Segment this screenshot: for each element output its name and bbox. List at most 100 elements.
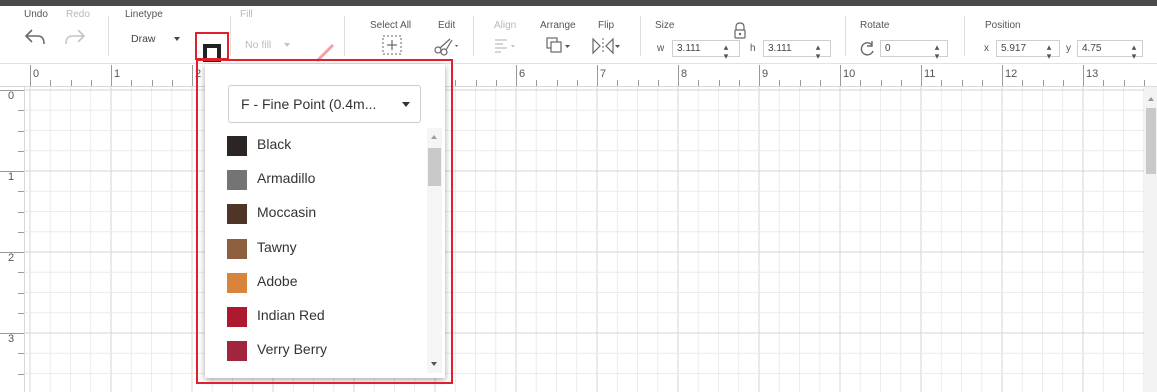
- ruler-tick: [171, 80, 173, 86]
- ruler-tick: [1143, 80, 1145, 86]
- size-h-stepper[interactable]: ▴ ▾: [814, 43, 822, 61]
- divider: [108, 16, 109, 56]
- ruler-tick: [18, 211, 24, 213]
- ruler-tick: [900, 80, 902, 86]
- ruler-tick-label: 11: [924, 68, 936, 80]
- ruler-tick: [617, 80, 619, 86]
- ruler-tick: [961, 80, 963, 86]
- ruler-tick: [799, 80, 801, 86]
- ruler-tick-label: 0: [33, 68, 40, 80]
- align-label: Align: [494, 20, 517, 31]
- flip-icon[interactable]: [590, 36, 622, 56]
- size-w-stepper[interactable]: ▴ ▾: [722, 43, 730, 61]
- ruler-tick-label: 3: [8, 333, 15, 345]
- ruler-tick: [981, 80, 983, 86]
- ruler-tick: [657, 80, 659, 86]
- ruler-tick: [637, 80, 639, 86]
- divider: [473, 16, 474, 56]
- ruler-tick: [455, 80, 457, 86]
- fill-select[interactable]: No fill: [245, 36, 291, 54]
- position-label: Position: [985, 20, 1021, 31]
- position-x-label: x: [984, 43, 989, 54]
- ruler-tick: [90, 80, 92, 86]
- arrange-label: Arrange: [540, 20, 576, 31]
- ruler-tick: [1083, 65, 1084, 86]
- undo-label: Undo: [24, 9, 48, 20]
- linetype-select[interactable]: Draw: [131, 30, 181, 48]
- ruler-tick: [495, 80, 497, 86]
- ruler-tick: [779, 80, 781, 86]
- toolbar: Undo Redo Linetype Draw Fill No fill Sel…: [0, 6, 1157, 64]
- ruler-tick: [192, 65, 193, 86]
- position-y-label: y: [1066, 43, 1071, 54]
- ruler-tick: [576, 80, 578, 86]
- ruler-tick: [18, 312, 24, 314]
- divider: [845, 16, 846, 56]
- ruler-tick: [840, 65, 841, 86]
- ruler-tick: [18, 353, 24, 355]
- ruler-tick: [1042, 80, 1044, 86]
- ruler-tick-label: 6: [519, 68, 526, 80]
- linetype-value: Draw: [131, 33, 156, 45]
- ruler-tick: [18, 130, 24, 132]
- position-x-stepper[interactable]: ▴ ▾: [1045, 43, 1053, 61]
- position-y-stepper[interactable]: ▴ ▾: [1130, 43, 1138, 61]
- ruler-tick: [18, 231, 24, 233]
- ruler-tick-label: 1: [114, 68, 121, 80]
- divider: [964, 16, 965, 56]
- ruler-tick: [0, 252, 24, 253]
- ruler-tick: [18, 373, 24, 375]
- size-label: Size: [655, 20, 675, 31]
- ruler-tick: [475, 80, 477, 86]
- ruler-tick: [1123, 80, 1125, 86]
- rotate-stepper[interactable]: ▴ ▾: [933, 43, 941, 61]
- ruler-tick-label: 0: [8, 90, 15, 102]
- ruler-tick: [131, 80, 133, 86]
- ruler-tick: [18, 191, 24, 193]
- ruler-tick: [18, 110, 24, 112]
- ruler-tick: [30, 65, 31, 86]
- flip-label: Flip: [598, 20, 615, 31]
- chevron-down-icon: [284, 43, 291, 48]
- ruler-tick: [1062, 80, 1064, 86]
- ruler-tick: [597, 65, 598, 86]
- ruler-tick: [1022, 80, 1024, 86]
- ruler-tick: [0, 333, 24, 334]
- linetype-label: Linetype: [125, 9, 163, 20]
- ruler-tick: [516, 65, 517, 86]
- scroll-up-arrow-icon[interactable]: [1148, 97, 1154, 101]
- select-all-icon[interactable]: [381, 34, 403, 56]
- ruler-tick: [151, 80, 153, 86]
- ruler-tick: [819, 80, 821, 86]
- ruler-tick-label: 10: [843, 68, 856, 80]
- ruler-tick-label: 9: [762, 68, 769, 80]
- rotate-icon: [860, 41, 874, 56]
- lock-icon[interactable]: [730, 22, 750, 40]
- undo-icon[interactable]: [24, 28, 46, 46]
- ruler-tick: [18, 272, 24, 274]
- ruler-tick: [70, 80, 72, 86]
- fill-label: Fill: [240, 9, 253, 20]
- ruler-tick: [556, 80, 558, 86]
- edit-scissors-icon[interactable]: [432, 36, 462, 56]
- chevron-down-icon: [174, 37, 181, 42]
- ruler-tick: [18, 150, 24, 152]
- canvas-scrollbar-thumb[interactable]: [1146, 108, 1156, 174]
- redo-icon[interactable]: [64, 28, 86, 46]
- ruler-horizontal: 012345678910111213: [0, 65, 1157, 87]
- edit-label: Edit: [438, 20, 456, 31]
- ruler-tick-label: 13: [1086, 68, 1099, 80]
- align-icon[interactable]: [492, 38, 518, 54]
- ruler-tick: [1103, 80, 1105, 86]
- ruler-tick: [718, 80, 720, 86]
- ruler-tick: [50, 80, 52, 86]
- ruler-tick: [678, 65, 679, 86]
- select-all-label: Select All: [370, 20, 412, 31]
- divider: [230, 16, 231, 56]
- ruler-vertical: 0 1 2 3: [0, 87, 25, 392]
- redo-label: Redo: [66, 9, 90, 20]
- arrange-icon[interactable]: [545, 36, 573, 56]
- ruler-tick: [880, 80, 882, 86]
- canvas-grid[interactable]: [0, 65, 1157, 392]
- rotate-label: Rotate: [860, 20, 890, 31]
